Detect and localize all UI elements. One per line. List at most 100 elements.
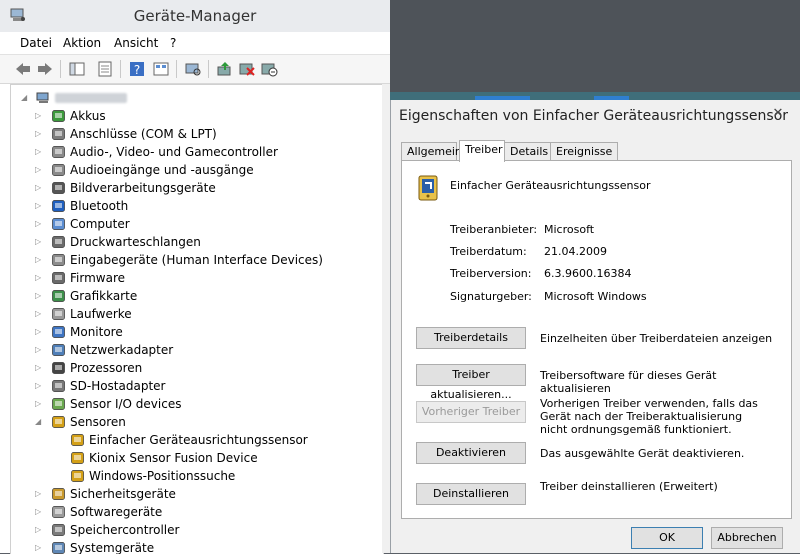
scan-hardware-icon[interactable] xyxy=(184,61,202,77)
tab-details[interactable]: Details xyxy=(504,142,552,161)
expand-arrow-icon[interactable]: ▷ xyxy=(35,197,45,215)
hidden-computer-name xyxy=(55,93,127,103)
vorheriger-treiber-description: Vorherigen Treiber verwenden, falls das … xyxy=(540,397,758,436)
processor-icon xyxy=(51,361,66,375)
expand-arrow-icon[interactable]: ▷ xyxy=(35,107,45,125)
info-value-anbieter: Microsoft xyxy=(544,223,595,236)
show-hide-icon[interactable] xyxy=(68,61,86,77)
info-value-version: 6.3.9600.16384 xyxy=(544,267,632,280)
treiber-aktualisieren-button[interactable]: Treiber aktualisieren... xyxy=(416,364,526,401)
collapse-arrow-icon[interactable]: ◢ xyxy=(35,413,45,431)
tree-item-label: Monitore xyxy=(70,325,123,339)
port-icon xyxy=(51,127,66,141)
expand-arrow-icon[interactable]: ▷ xyxy=(35,521,45,539)
tab-ereignisse[interactable]: Ereignisse xyxy=(550,142,618,161)
expand-arrow-icon[interactable]: ▷ xyxy=(35,485,45,503)
help-icon[interactable]: ? xyxy=(128,61,146,77)
system-icon xyxy=(51,541,66,554)
expand-arrow-icon[interactable]: ▷ xyxy=(35,179,45,197)
expand-arrow-icon[interactable]: ▷ xyxy=(35,287,45,305)
tree-item-label: Systemgeräte xyxy=(70,541,155,554)
tab-treiber[interactable]: Treiber xyxy=(459,140,505,162)
sensor-device-icon xyxy=(70,451,85,465)
expand-arrow-icon[interactable]: ▷ xyxy=(35,323,45,341)
tree-item-label: Prozessoren xyxy=(70,361,143,375)
hid-icon xyxy=(51,253,66,267)
vorheriger-treiber-button[interactable]: Vorheriger Treiber xyxy=(416,401,526,423)
desktop-background xyxy=(390,0,800,92)
tree-item-label: SD-Hostadapter xyxy=(70,379,166,393)
cancel-button[interactable]: Abbrechen xyxy=(711,527,783,549)
menu-datei[interactable]: Datei xyxy=(20,36,52,50)
tree-item-label: Audioeingänge und -ausgänge xyxy=(70,163,254,177)
sd-icon xyxy=(51,379,66,393)
tab-allgemein[interactable]: Allgemein xyxy=(401,142,462,161)
sensor-icon xyxy=(51,415,66,429)
driver-tab-pane: Einfacher Geräteausrichtungssensor Treib… xyxy=(401,160,792,519)
display-adapter-icon xyxy=(51,289,66,303)
expand-arrow-icon[interactable]: ▷ xyxy=(35,161,45,179)
menu-ansicht[interactable]: Ansicht xyxy=(114,36,158,50)
expand-arrow-icon[interactable]: ▷ xyxy=(35,125,45,143)
tree-item-label: Druckwarteschlangen xyxy=(70,235,201,249)
vertical-scrollbar[interactable] xyxy=(382,84,390,553)
sensor-io-icon xyxy=(51,397,66,411)
menu-bar: Datei Aktion Ansicht ? xyxy=(0,32,390,55)
menu-help[interactable]: ? xyxy=(170,36,176,50)
tree-item-label: Bildverarbeitungsgeräte xyxy=(70,181,216,195)
title-bar: Geräte-Manager xyxy=(0,0,390,33)
info-value-signatur: Microsoft Windows xyxy=(544,290,647,303)
drive-icon xyxy=(51,307,66,321)
collapse-arrow-icon[interactable]: ◢ xyxy=(21,89,31,107)
enable-icon[interactable] xyxy=(260,61,278,77)
monitor-icon xyxy=(51,325,66,339)
back-arrow-icon[interactable] xyxy=(14,61,32,77)
close-icon[interactable]: ✕ xyxy=(767,106,789,122)
tree-item-label: Firmware xyxy=(70,271,125,285)
ok-button[interactable]: OK xyxy=(631,527,703,549)
expand-arrow-icon[interactable]: ▷ xyxy=(35,395,45,413)
deaktivieren-button[interactable]: Deaktivieren xyxy=(416,442,526,464)
expand-arrow-icon[interactable]: ▷ xyxy=(35,341,45,359)
tree-item-label: Audio-, Video- und Gamecontroller xyxy=(70,145,278,159)
sensor-device-icon xyxy=(416,174,442,202)
tree-item-label: Sicherheitsgeräte xyxy=(70,487,176,501)
computer-icon xyxy=(36,91,51,105)
deinstallieren-button[interactable]: Deinstallieren xyxy=(416,483,526,505)
expand-arrow-icon[interactable]: ▷ xyxy=(35,305,45,323)
treiberdetails-description: Einzelheiten über Treiberdateien anzeige… xyxy=(540,332,773,345)
view-icon[interactable] xyxy=(152,61,170,77)
forward-arrow-icon[interactable] xyxy=(36,61,54,77)
tree-item-label: Sensor I/O devices xyxy=(70,397,182,411)
storage-icon xyxy=(51,523,66,537)
expand-arrow-icon[interactable]: ▷ xyxy=(35,503,45,521)
expand-arrow-icon[interactable]: ▷ xyxy=(35,269,45,287)
tree-item-label: Kionix Sensor Fusion Device xyxy=(89,451,258,465)
uninstall-icon[interactable] xyxy=(238,61,256,77)
expand-arrow-icon[interactable]: ▷ xyxy=(35,143,45,161)
tree-item-label: Laufwerke xyxy=(70,307,132,321)
tree-item-label: Softwaregeräte xyxy=(70,505,163,519)
tree-item-label: Anschlüsse (COM & LPT) xyxy=(70,127,217,141)
tree-item-label: Computer xyxy=(70,217,130,231)
treiberdetails-button[interactable]: Treiberdetails xyxy=(416,327,526,349)
info-label-signatur: Signaturgeber: xyxy=(450,290,532,303)
expand-arrow-icon[interactable]: ▷ xyxy=(35,251,45,269)
tree-item-label: Speichercontroller xyxy=(70,523,180,537)
treiber-aktualisieren-description: Treibersoftware für dieses Gerät aktuali… xyxy=(540,369,717,395)
update-driver-icon[interactable] xyxy=(216,61,234,77)
device-manager-window: Geräte-Manager Datei Aktion Ansicht ? ? … xyxy=(0,0,390,554)
menu-aktion[interactable]: Aktion xyxy=(63,36,101,50)
software-icon xyxy=(51,505,66,519)
toolbar-separator xyxy=(120,60,121,78)
expand-arrow-icon[interactable]: ▷ xyxy=(35,233,45,251)
expand-arrow-icon[interactable]: ▷ xyxy=(35,215,45,233)
expand-arrow-icon[interactable]: ▷ xyxy=(35,377,45,395)
info-label-version: Treiberversion: xyxy=(450,267,532,280)
tree-item-label: Akkus xyxy=(70,109,106,123)
expand-arrow-icon[interactable]: ▷ xyxy=(35,359,45,377)
bluetooth-icon xyxy=(51,199,66,213)
expand-arrow-icon[interactable]: ▷ xyxy=(35,539,45,554)
properties-icon[interactable] xyxy=(96,61,114,77)
tree-item-label: Eingabegeräte (Human Interface Devices) xyxy=(70,253,323,267)
